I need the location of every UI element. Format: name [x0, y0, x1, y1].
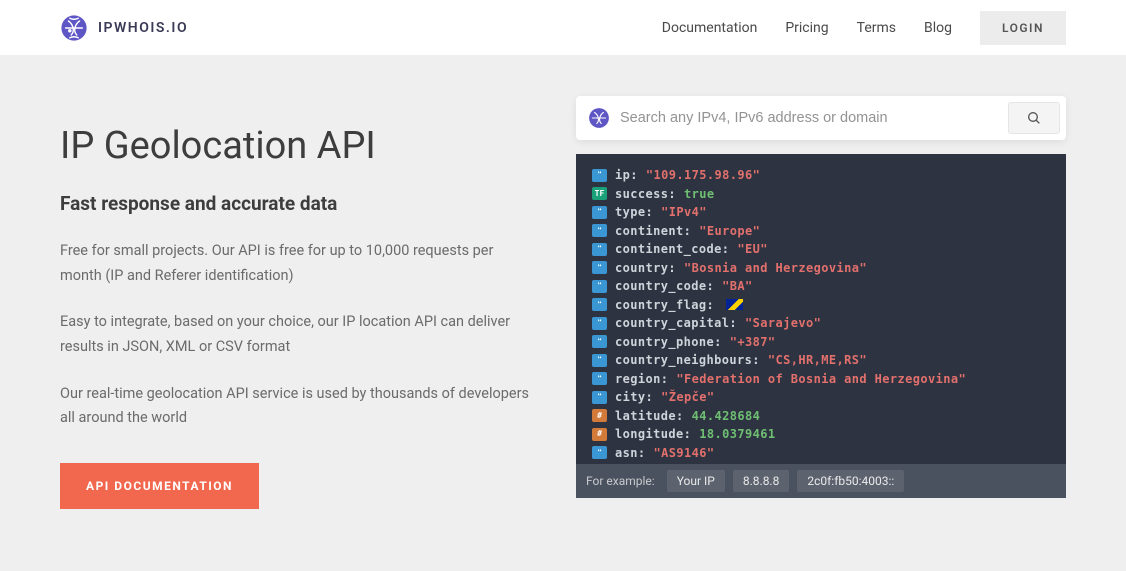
login-button[interactable]: LOGIN — [980, 11, 1066, 45]
api-documentation-button[interactable]: API DOCUMENTATION — [60, 463, 259, 509]
result-row-country_capital: ❝ country_capital: "Sarajevo" — [592, 314, 1050, 333]
type-badge-icon: TF — [592, 187, 607, 200]
result-key: continent: — [615, 222, 691, 241]
result-value: 44.428684 — [692, 407, 761, 426]
type-badge-icon: ❝ — [592, 391, 607, 404]
result-value: "IPv4" — [661, 203, 707, 222]
result-key: city: — [615, 388, 653, 407]
result-row-country_flag: ❝ country_flag: — [592, 296, 1050, 315]
result-value: 18.0379461 — [699, 425, 775, 444]
top-nav: Documentation Pricing Terms Blog LOGIN — [662, 11, 1066, 45]
logo-icon — [60, 14, 88, 42]
type-badge-icon: ❝ — [592, 354, 607, 367]
result-value: "Sarajevo" — [745, 314, 821, 333]
result-value: "EU" — [737, 240, 768, 259]
type-badge-icon: ❝ — [592, 446, 607, 459]
hero-right: search-icon ❝ ip: "109.175.98.96" TF succes… — [576, 96, 1066, 571]
result-key: region: — [615, 370, 668, 389]
hero-section: IP Geolocation API Fast response and acc… — [0, 56, 1126, 571]
type-badge-icon: ❝ — [592, 206, 607, 219]
result-value: true — [684, 185, 715, 204]
hero-paragraph-1: Free for small projects. Our API is free… — [60, 239, 530, 288]
nav-documentation[interactable]: Documentation — [662, 20, 758, 36]
result-row-country_code: ❝ country_code: "BA" — [592, 277, 1050, 296]
result-key: country_flag: — [615, 296, 714, 315]
result-value: "BA" — [722, 277, 753, 296]
result-row-continent: ❝ continent: "Europe" — [592, 222, 1050, 241]
result-value: "+387" — [730, 333, 776, 352]
type-badge-icon: ❝ — [592, 335, 607, 348]
nav-blog[interactable]: Blog — [924, 20, 952, 36]
chip-example-1[interactable]: 8.8.8.8 — [733, 470, 789, 492]
search-input[interactable] — [620, 110, 998, 126]
result-key: country_capital: — [615, 314, 737, 333]
type-badge-icon: ❝ — [592, 372, 607, 385]
main-header: IPWHOIS.IO Documentation Pricing Terms B… — [0, 0, 1126, 56]
result-key: country: — [615, 259, 676, 278]
result-value: "AS9146" — [654, 444, 715, 463]
result-key: ip: — [615, 166, 638, 185]
result-key: country_neighbours: — [615, 351, 760, 370]
result-key: type: — [615, 203, 653, 222]
type-badge-icon: # — [592, 428, 607, 441]
result-value: "Europe" — [699, 222, 760, 241]
page-title: IP Geolocation API — [60, 124, 546, 168]
result-key: asn: — [615, 444, 646, 463]
hero-paragraph-3: Our real-time geolocation API service is… — [60, 382, 530, 431]
brand-name: IPWHOIS.IO — [98, 20, 188, 36]
result-row-asn: ❝ asn: "AS9146" — [592, 444, 1050, 463]
nav-pricing[interactable]: Pricing — [785, 20, 828, 36]
search-bar: search-icon — [576, 96, 1066, 140]
type-badge-icon: ❝ — [592, 317, 607, 330]
result-row-longitude: # longitude: 18.0379461 — [592, 425, 1050, 444]
type-badge-icon: ❝ — [592, 243, 607, 256]
result-key: continent_code: — [615, 240, 729, 259]
search-logo-icon — [588, 107, 610, 129]
page-subtitle: Fast response and accurate data — [60, 192, 546, 215]
type-badge-icon: ❝ — [592, 169, 607, 182]
result-value: "Federation of Bosnia and Herzegovina" — [676, 370, 966, 389]
nav-terms[interactable]: Terms — [857, 20, 896, 36]
type-badge-icon: ❝ — [592, 298, 607, 311]
result-key: longitude: — [615, 425, 691, 444]
result-scroll[interactable]: ❝ ip: "109.175.98.96" TF success: true ❝ type… — [576, 154, 1066, 464]
result-key: success: — [615, 185, 676, 204]
hero-paragraph-2: Easy to integrate, based on your choice,… — [60, 310, 530, 359]
result-row-country_neighbours: ❝ country_neighbours: "CS,HR,ME,RS" — [592, 351, 1050, 370]
result-row-type: ❝ type: "IPv4" — [592, 203, 1050, 222]
result-row-continent_code: ❝ continent_code: "EU" — [592, 240, 1050, 259]
result-row-country_phone: ❝ country_phone: "+387" — [592, 333, 1050, 352]
result-panel: ❝ ip: "109.175.98.96" TF success: true ❝ type… — [576, 154, 1066, 571]
result-key: country_phone: — [615, 333, 722, 352]
result-key: latitude: — [615, 407, 684, 426]
country-flag-icon — [726, 299, 743, 310]
example-hint: For example: — [586, 474, 655, 488]
result-row-ip: ❝ ip: "109.175.98.96" — [592, 166, 1050, 185]
type-badge-icon: ❝ — [592, 261, 607, 274]
result-value: "Žepče" — [661, 388, 714, 407]
chip-your-ip[interactable]: Your IP — [667, 470, 725, 492]
type-badge-icon: ❝ — [592, 280, 607, 293]
result-key: country_code: — [615, 277, 714, 296]
result-value: "CS,HR,ME,RS" — [768, 351, 867, 370]
result-value: "Bosnia and Herzegovina" — [684, 259, 867, 278]
type-badge-icon: ❝ — [592, 224, 607, 237]
hero-left: IP Geolocation API Fast response and acc… — [60, 96, 546, 571]
example-bar: For example: Your IP 8.8.8.8 2c0f:fb50:4… — [576, 464, 1066, 498]
result-row-country: ❝ country: "Bosnia and Herzegovina" — [592, 259, 1050, 278]
result-row-latitude: # latitude: 44.428684 — [592, 407, 1050, 426]
result-row-region: ❝ region: "Federation of Bosnia and Herze… — [592, 370, 1050, 389]
brand[interactable]: IPWHOIS.IO — [60, 14, 188, 42]
result-row-city: ❝ city: "Žepče" — [592, 388, 1050, 407]
type-badge-icon: # — [592, 409, 607, 422]
search-button[interactable]: search-icon — [1008, 102, 1060, 134]
result-value: "109.175.98.96" — [646, 166, 760, 185]
chip-example-2[interactable]: 2c0f:fb50:4003:: — [797, 470, 904, 492]
result-row-success: TF success: true — [592, 185, 1050, 204]
